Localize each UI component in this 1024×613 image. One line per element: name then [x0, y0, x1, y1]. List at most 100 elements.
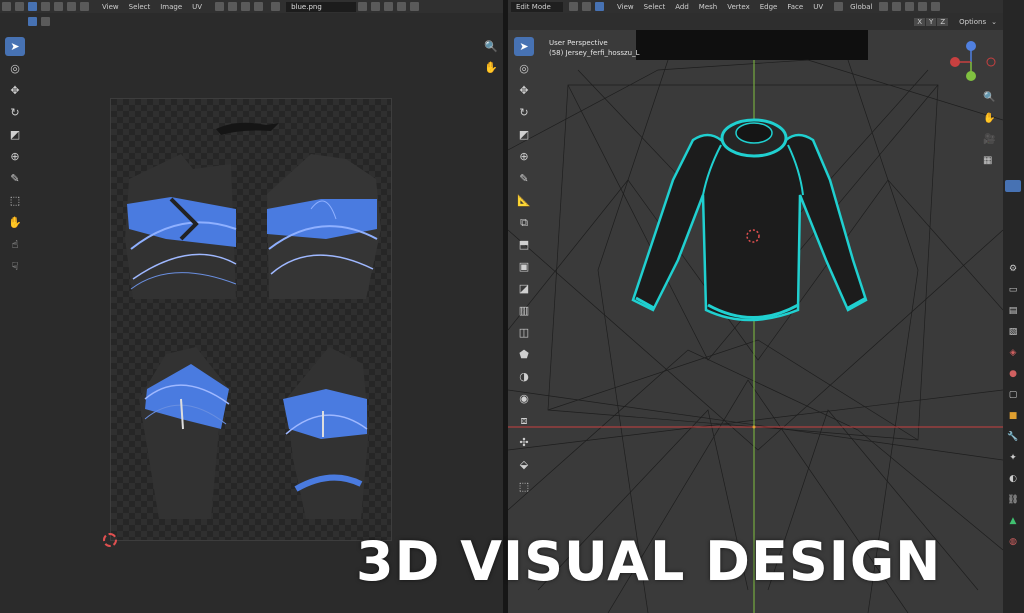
image-browse-icon[interactable] [271, 2, 281, 11]
mirror-y-button[interactable]: Y [926, 17, 937, 26]
pin-icon[interactable] [410, 2, 420, 11]
image-name-field[interactable]: blue.png [286, 1, 357, 12]
uv-menu-uv[interactable]: UV [187, 3, 207, 11]
output-props-icon[interactable]: ▤ [1006, 304, 1020, 318]
material-props-icon[interactable]: ◍ [1006, 535, 1020, 549]
vp-shear-tool-icon[interactable]: ⬙ [514, 455, 534, 474]
vp-smooth-tool-icon[interactable]: ◉ [514, 389, 534, 408]
annotate-tool-icon[interactable]: ✎ [5, 169, 25, 188]
vp-knife-tool-icon[interactable]: ◫ [514, 323, 534, 342]
face-mode-icon[interactable] [595, 2, 604, 11]
sidebar-tab-icon[interactable] [1005, 180, 1021, 192]
jersey-mesh[interactable] [631, 118, 868, 322]
proportional-edit-icon[interactable] [241, 2, 251, 11]
vp-menu-vertex[interactable]: Vertex [722, 3, 755, 11]
move-tool-icon[interactable]: ✥ [5, 81, 25, 100]
snapping-icon[interactable] [892, 2, 902, 11]
edge-select-icon[interactable] [41, 2, 50, 11]
vp-shrink-tool-icon[interactable]: ✣ [514, 433, 534, 452]
constraints-props-icon[interactable]: ⛓ [1006, 493, 1020, 507]
visibility-icon[interactable] [918, 2, 928, 11]
vp-rotate-tool-icon[interactable]: ↻ [514, 103, 534, 122]
vp-menu-mesh[interactable]: Mesh [694, 3, 722, 11]
vp-poly-build-tool-icon[interactable]: ⬟ [514, 345, 534, 364]
camera-icon[interactable]: 🎥 [983, 134, 995, 145]
vp-annotate-tool-icon[interactable]: ✎ [514, 169, 534, 188]
transform-tool-icon[interactable]: ⊕ [5, 147, 25, 166]
editor-type-icon[interactable] [2, 2, 11, 11]
vp-add-cube-tool-icon[interactable]: ⧉ [514, 213, 534, 232]
sticky-mode-icon[interactable] [80, 2, 89, 11]
new-image-icon[interactable] [371, 2, 381, 11]
particles-props-icon[interactable]: ✦ [1006, 451, 1020, 465]
uv-menu-select[interactable]: Select [124, 3, 156, 11]
vp-cursor-tool-icon[interactable]: ◎ [514, 59, 534, 78]
vp-extrude-tool-icon[interactable]: ⬒ [514, 235, 534, 254]
uv-menu-image[interactable]: Image [155, 3, 187, 11]
vp-menu-face[interactable]: Face [782, 3, 808, 11]
pan-hand-icon[interactable]: ✋ [484, 61, 498, 74]
vp-edge-slide-tool-icon[interactable]: ⧈ [514, 411, 534, 430]
data-props-icon[interactable]: ▲ [1006, 514, 1020, 528]
gizmo-neg-x-icon[interactable] [986, 57, 996, 67]
tool-props-icon[interactable]: ⚙ [1006, 262, 1020, 276]
grab-tool-icon[interactable]: ✋ [5, 213, 25, 232]
world-props-icon[interactable]: ● [1006, 367, 1020, 381]
uv-menu-view[interactable]: View [97, 3, 124, 11]
cursor-tool-icon[interactable]: ◎ [5, 59, 25, 78]
vp-menu-uv[interactable]: UV [808, 3, 828, 11]
vp-inset-tool-icon[interactable]: ▣ [514, 257, 534, 276]
select-box-icon[interactable] [28, 17, 37, 26]
fake-user-icon[interactable] [358, 2, 368, 11]
scale-tool-icon[interactable]: ◩ [5, 125, 25, 144]
vp-menu-edge[interactable]: Edge [755, 3, 783, 11]
select-mode-icon[interactable] [41, 17, 50, 26]
navigation-gizmo[interactable] [943, 40, 999, 84]
pinch-tool-icon[interactable]: ☟ [5, 257, 25, 276]
gizmo-x-icon[interactable] [950, 57, 960, 67]
vp-menu-view[interactable]: View [612, 3, 639, 11]
collection-props-icon[interactable]: ▢ [1006, 388, 1020, 402]
orientation-selector[interactable]: Global [845, 3, 877, 11]
mode-selector[interactable]: Edit Mode [511, 1, 563, 12]
zoom-icon[interactable]: 🔍 [983, 92, 995, 103]
falloff-icon[interactable] [254, 2, 264, 11]
pivot-icon[interactable] [215, 2, 225, 11]
snap-icon[interactable] [228, 2, 238, 11]
vertex-mode-icon[interactable] [569, 2, 578, 11]
vp-scale-tool-icon[interactable]: ◩ [514, 125, 534, 144]
unlink-image-icon[interactable] [397, 2, 407, 11]
pan-hand-icon[interactable]: ✋ [983, 113, 995, 124]
modifier-props-icon[interactable]: 🔧 [1006, 430, 1020, 444]
rotate-tool-icon[interactable]: ↻ [5, 103, 25, 122]
object-props-icon[interactable]: ■ [1006, 409, 1020, 423]
physics-props-icon[interactable]: ◐ [1006, 472, 1020, 486]
orientation-icon[interactable] [834, 2, 844, 11]
vp-spin-tool-icon[interactable]: ◑ [514, 367, 534, 386]
proportional-icon[interactable] [905, 2, 915, 11]
select-tool-icon[interactable]: ➤ [5, 37, 25, 56]
vp-bevel-tool-icon[interactable]: ◪ [514, 279, 534, 298]
mirror-x-button[interactable]: X [914, 17, 926, 26]
vp-measure-tool-icon[interactable]: 📐 [514, 191, 534, 210]
vp-menu-select[interactable]: Select [639, 3, 671, 11]
render-props-icon[interactable]: ▭ [1006, 283, 1020, 297]
vp-menu-add[interactable]: Add [670, 3, 694, 11]
grid-icon[interactable]: ▦ [983, 155, 995, 166]
vertex-select-icon[interactable] [28, 2, 37, 11]
options-dropdown[interactable]: Options [954, 18, 991, 26]
gizmo-z-icon[interactable] [966, 41, 976, 51]
vp-loop-cut-tool-icon[interactable]: ▥ [514, 301, 534, 320]
zoom-icon[interactable]: 🔍 [484, 40, 498, 53]
uv-2d-cursor-icon[interactable] [103, 533, 117, 547]
pivot-point-icon[interactable] [879, 2, 889, 11]
chevron-down-icon[interactable]: ⌄ [991, 18, 997, 26]
vp-rip-tool-icon[interactable]: ⬚ [514, 477, 534, 496]
face-select-icon[interactable] [54, 2, 63, 11]
gizmo-y-icon[interactable] [966, 71, 976, 81]
gizmo-icon[interactable] [931, 2, 941, 11]
vp-move-tool-icon[interactable]: ✥ [514, 81, 534, 100]
island-select-icon[interactable] [67, 2, 76, 11]
vp-select-tool-icon[interactable]: ➤ [514, 37, 534, 56]
scene-props-icon[interactable]: ◈ [1006, 346, 1020, 360]
